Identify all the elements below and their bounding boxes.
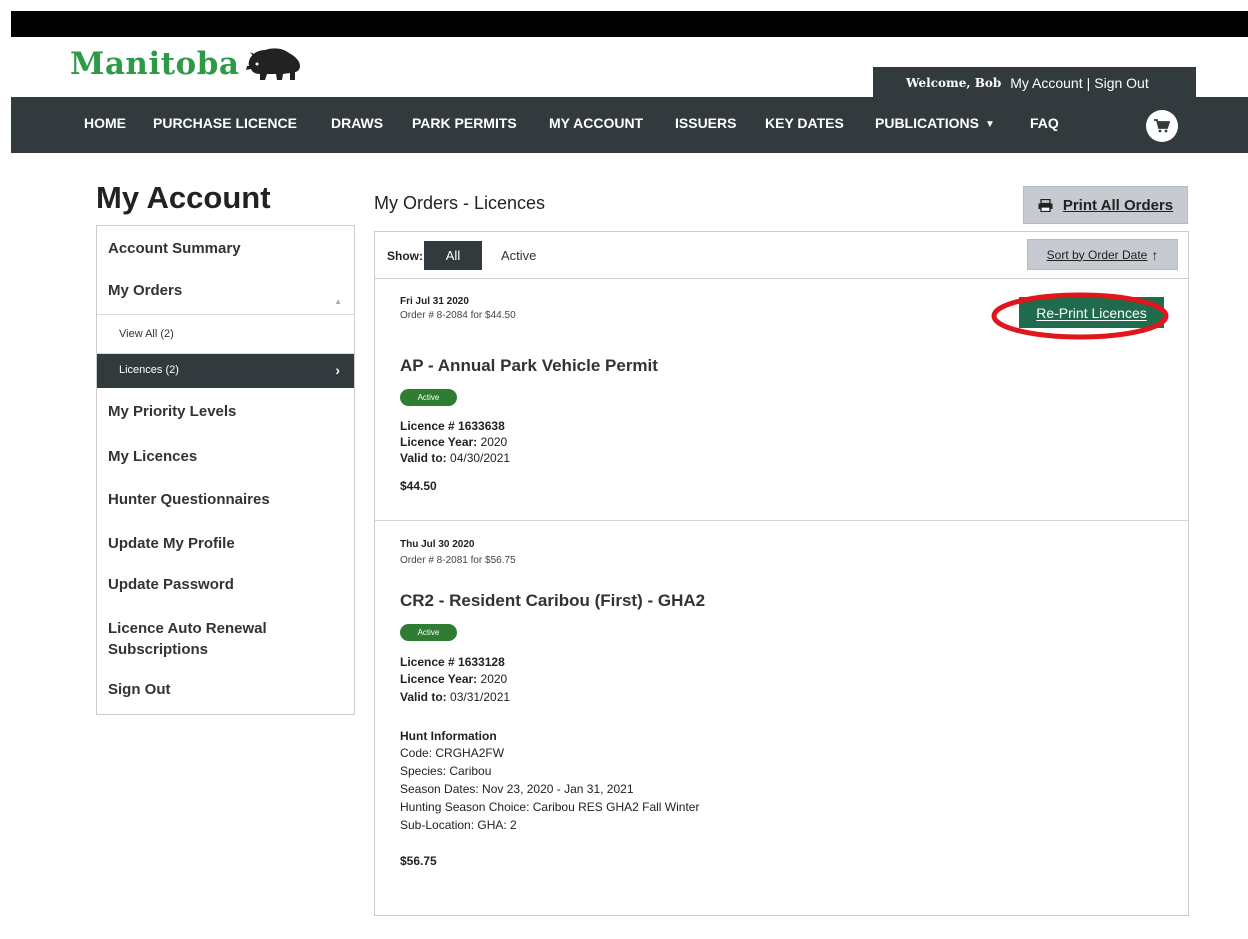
sidebar-item-my-licences[interactable]: My Licences	[97, 433, 354, 477]
sort-label: Sort by Order Date	[1046, 247, 1148, 262]
licence-year-value: 2020	[480, 672, 508, 686]
sidebar-item-priority-levels[interactable]: My Priority Levels	[97, 388, 354, 433]
hunt-season-choice: Hunting Season Choice: Caribou RES GHA2 …	[400, 800, 700, 814]
nav-draws[interactable]: DRAWS	[331, 97, 383, 153]
print-all-label: Print All Orders	[1062, 196, 1174, 214]
show-label: Show:	[387, 249, 423, 263]
order-number: Order # 8-2081 for $56.75	[400, 555, 516, 566]
top-black-bar	[11, 11, 1248, 37]
hunt-info-heading: Hunt Information	[400, 729, 497, 743]
sidebar-item-my-orders[interactable]: My Orders ▲	[97, 271, 354, 314]
bison-icon	[246, 48, 301, 80]
order-date: Fri Jul 31 2020	[400, 296, 469, 307]
order-price: $44.50	[400, 479, 437, 493]
logo-text: Manitoba	[70, 46, 240, 82]
order-date: Thu Jul 30 2020	[400, 539, 475, 550]
hunt-sub-location: Sub-Location: GHA: 2	[400, 818, 517, 832]
licence-number: Licence # 1633638	[400, 419, 505, 433]
order-number: Order # 8-2084 for $44.50	[400, 310, 516, 321]
licence-number: Licence # 1633128	[400, 655, 505, 669]
printer-icon	[1038, 198, 1053, 212]
nav-purchase-licence[interactable]: PURCHASE LICENCE	[153, 97, 297, 153]
hunt-code: Code: CRGHA2FW	[400, 746, 505, 760]
nav-issuers[interactable]: ISSUERS	[675, 97, 736, 153]
sign-out-link[interactable]: Sign Out	[1094, 75, 1148, 91]
filter-active-button[interactable]: Active	[495, 241, 542, 270]
sidebar-item-hunter-questionnaires[interactable]: Hunter Questionnaires	[97, 477, 354, 521]
orders-list: Fri Jul 31 2020 Order # 8-2084 for $44.5…	[374, 279, 1189, 916]
nav-home[interactable]: HOME	[84, 97, 126, 153]
licence-year: Licence Year: 2020	[400, 672, 507, 686]
sidebar-item-sign-out[interactable]: Sign Out	[97, 671, 354, 714]
cart-icon	[1154, 119, 1170, 133]
sidebar-item-update-password[interactable]: Update Password	[97, 563, 354, 605]
header-separator: |	[1086, 74, 1091, 91]
order-price: $56.75	[400, 854, 437, 868]
sidebar-item-account-summary[interactable]: Account Summary	[97, 226, 354, 271]
sidebar-subitem-licences[interactable]: Licences (2) ›	[97, 353, 354, 388]
sidebar-item-update-profile[interactable]: Update My Profile	[97, 521, 354, 563]
welcome-tab: Welcome, Bob My Account | Sign Out	[873, 67, 1196, 98]
licence-year-label: Licence Year:	[400, 435, 478, 449]
valid-to-label: Valid to:	[400, 690, 447, 704]
valid-to-value: 03/31/2021	[450, 690, 511, 704]
sort-by-order-date-button[interactable]: Sort by Order Date ↑	[1027, 239, 1178, 270]
licence-year-label: Licence Year:	[400, 672, 478, 686]
valid-to-value: 04/30/2021	[450, 451, 511, 465]
order-title: AP - Annual Park Vehicle Permit	[400, 356, 658, 375]
chevron-right-icon: ›	[335, 362, 340, 378]
valid-to-label: Valid to:	[400, 451, 447, 465]
welcome-text: Welcome, Bob	[906, 75, 1002, 90]
status-badge: Active	[400, 624, 457, 641]
nav-park-permits[interactable]: PARK PERMITS	[412, 97, 517, 153]
cart-button[interactable]	[1146, 110, 1178, 142]
filter-bar: Show: All Active Sort by Order Date ↑	[374, 231, 1189, 279]
licence-year-value: 2020	[480, 435, 508, 449]
nav-key-dates[interactable]: KEY DATES	[765, 97, 844, 153]
manitoba-logo[interactable]: Manitoba	[70, 44, 303, 84]
filter-all-button[interactable]: All	[424, 241, 482, 270]
sidebar-item-label: My Orders	[108, 282, 183, 299]
main-nav: HOME PURCHASE LICENCE DRAWS PARK PERMITS…	[11, 97, 1248, 153]
order-title: CR2 - Resident Caribou (First) - GHA2	[400, 591, 706, 610]
hunt-species: Species: Caribou	[400, 764, 492, 778]
nav-publications-label: PUBLICATIONS	[875, 115, 979, 131]
nav-publications[interactable]: PUBLICATIONS ▼	[875, 97, 995, 153]
sort-arrow-up-icon: ↑	[1151, 246, 1159, 263]
sidebar: Account Summary My Orders ▲ View All (2)…	[96, 225, 355, 715]
caret-down-icon: ▼	[984, 119, 995, 130]
order-card: Thu Jul 30 2020 Order # 8-2081 for $56.7…	[375, 521, 1188, 916]
page-title: My Orders - Licences	[374, 193, 546, 213]
valid-to: Valid to: 03/31/2021	[400, 690, 510, 704]
sidebar-title: My Account	[96, 180, 271, 215]
reprint-area: Re-Print Licences	[990, 290, 1170, 342]
hunt-season-dates: Season Dates: Nov 23, 2020 - Jan 31, 202…	[400, 782, 634, 796]
nav-my-account[interactable]: MY ACCOUNT	[549, 97, 643, 153]
valid-to: Valid to: 04/30/2021	[400, 451, 510, 465]
sidebar-item-label: Licences (2)	[119, 364, 179, 376]
sidebar-subitem-view-all[interactable]: View All (2)	[97, 314, 354, 353]
sidebar-item-auto-renewal[interactable]: Licence Auto Renewal Subscriptions	[97, 605, 354, 671]
nav-faq[interactable]: FAQ	[1030, 97, 1059, 153]
status-badge: Active	[400, 389, 457, 406]
my-account-link[interactable]: My Account	[1010, 75, 1082, 91]
print-all-orders-button[interactable]: Print All Orders	[1023, 186, 1188, 224]
highlight-ellipse	[991, 292, 1169, 340]
licence-year: Licence Year: 2020	[400, 435, 507, 449]
